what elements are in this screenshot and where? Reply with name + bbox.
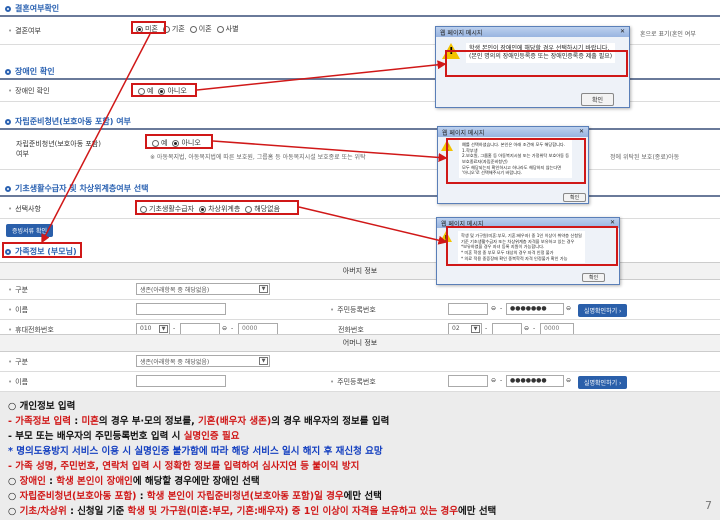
youth-note-right: 정에 위탁된 보호(종료)아동 [610,154,680,161]
instruction-line-7: ○ 자립준비청년(보호아동 포함) : 학생 본인이 자립준비청년(보호아동 포… [8,491,382,502]
father-name-input[interactable] [136,303,226,315]
father-type-label: 구분 [15,286,29,294]
chevron-down-icon: ▼ [259,357,268,365]
dialog-ok-button[interactable]: 확인 [581,93,615,106]
marital-option-bereaved[interactable]: 사별 [216,24,239,34]
instruction-line-8: ○ 기초/차상위 : 신청일 기준 학생 및 가구원(미혼:부모, 기혼:배우자… [8,506,497,517]
highlight-dialog-youth [446,138,586,184]
lock-icon: ⊖ [566,305,572,312]
father-mobile-label: 휴대전화번호 [15,326,54,334]
instruction-line-3: - 부모 또는 배우자의 주민등록번호 입력 시 실명인증 필요 [8,431,240,442]
mother-type-row: • 구분 생존(아래항목 중 해당없음) ▼ [0,352,720,372]
mother-verify-button[interactable]: 실명확인하기 › [578,376,628,389]
instruction-line-6: ○ 장애인 : 학생 본인이 장애인에 해당할 경우에만 장애인 선택 [8,476,260,487]
father-type-select[interactable]: 생존(아래항목 중 해당없음) ▼ [136,283,270,295]
highlight-marital [131,21,166,34]
marital-option-divorced[interactable]: 이혼 [189,24,212,34]
father-ssn-front-input[interactable] [448,303,488,315]
mother-info-header: 어머니 정보 [0,334,720,352]
section-bullet-icon [5,185,11,192]
youth-row-label: 자립준비청년(보호아동 포함) 여부 [16,140,101,158]
basic-row-label: 선택사항 [15,205,41,213]
section-bullet-icon [5,5,11,12]
highlight-disabled [131,83,197,97]
father-name-label: 이름 [15,306,29,314]
highlight-family [2,242,82,258]
page-number: 7 [705,499,712,512]
lock-icon: ⊖ [222,325,228,332]
youth-row: 자립준비청년(보호아동 포함) 여부 예 아니오 ※ 아동복지법, 아동복지법에 … [0,130,720,170]
mother-name-label: 이름 [15,378,29,386]
radio-icon [189,25,197,33]
lock-icon: ⊖ [491,305,497,312]
document-confirm-button[interactable]: 증빙서류 확인 [6,224,54,237]
section-bullet-icon [5,118,11,125]
close-icon[interactable]: ✕ [620,28,625,36]
father-ssn-back-input[interactable]: ●●●●●●● [506,303,564,315]
mother-ssn-back-input[interactable]: ●●●●●●● [506,375,564,387]
lock-icon: ⊖ [491,377,497,384]
section-title-marital: 결혼여부확인 [5,3,59,14]
section-bullet-icon [5,68,11,75]
instruction-line-2: - 가족정보 입력 : 미혼의 경우 부·모의 정보를, 기혼(배우자 생존)의… [8,416,390,427]
section-title-disabled: 장애인 확인 [5,66,55,77]
lock-icon: ⊖ [566,377,572,384]
youth-note: ※ 아동복지법, 아동복지법에 따른 보호원, 그룹홈 등 아동복지시설 보호종… [150,154,366,161]
mother-name-input[interactable] [136,375,226,387]
dialog-ok-button[interactable]: 확인 [563,193,587,202]
highlight-dialog-disabled [445,50,628,77]
mother-name-row: • 이름 • 주민등록번호 ⊖ - ●●●●●●● ⊖ 실명확인하기 › [0,372,720,392]
radio-icon [216,25,224,33]
dialog-ok-button[interactable]: 확인 [582,273,606,282]
chevron-down-icon: ▼ [259,285,268,293]
lock-icon: ⊖ [524,325,530,332]
instruction-panel: ○ 개인정보 입력 - 가족정보 입력 : 미혼의 경우 부·모의 정보를, 기… [0,392,720,520]
instruction-line-4: * 명의도용방지 서비스 이용 시 실명인증 불가함에 따라 해당 서비스 일시… [8,446,383,457]
marital-right-note: 혼으로 표기(혼인 여부 [640,31,696,38]
father-verify-button[interactable]: 실명확인하기 › [578,304,628,317]
highlight-dialog-basic [446,226,618,266]
dialog-titlebar: 웹 페이지 메시지 ✕ [438,127,588,137]
marital-row-label: 결혼여부 [15,27,41,35]
disabled-row-label: 장애인 확인 [15,87,50,95]
dialog-titlebar: 웹 페이지 메시지 ✕ [436,27,629,37]
highlight-basic [135,200,299,215]
father-name-row: • 이름 • 주민등록번호 ⊖ - ●●●●●●● ⊖ 실명확인하기 › [0,300,720,320]
section-title-basic: 기초생활수급자 및 차상위계층여부 선택 [5,183,148,194]
mother-ssn-front-input[interactable] [448,375,488,387]
chevron-down-icon: ▼ [471,325,480,333]
section-title-youth: 자립준비청년(보호아동 포함) 여부 [5,116,131,127]
instruction-line-5: - 가족 성명, 주민번호, 연락처 입력 시 정확한 정보를 입력하여 심사지… [8,461,360,472]
chevron-down-icon: ▼ [159,325,168,333]
marital-option-married[interactable]: 기혼 [162,24,185,34]
father-ssn-label: 주민등록번호 [337,306,376,314]
mother-ssn-label: 주민등록번호 [337,378,376,386]
mother-type-label: 구분 [15,358,29,366]
highlight-youth [145,134,213,149]
instruction-line-1: ○ 개인정보 입력 [8,401,76,412]
basic-row: • 선택사항 기초생활수급자 차상위계층 해당없음 [0,197,720,219]
close-icon[interactable]: ✕ [579,128,584,136]
mother-type-select[interactable]: 생존(아래항목 중 해당없음) ▼ [136,355,270,367]
